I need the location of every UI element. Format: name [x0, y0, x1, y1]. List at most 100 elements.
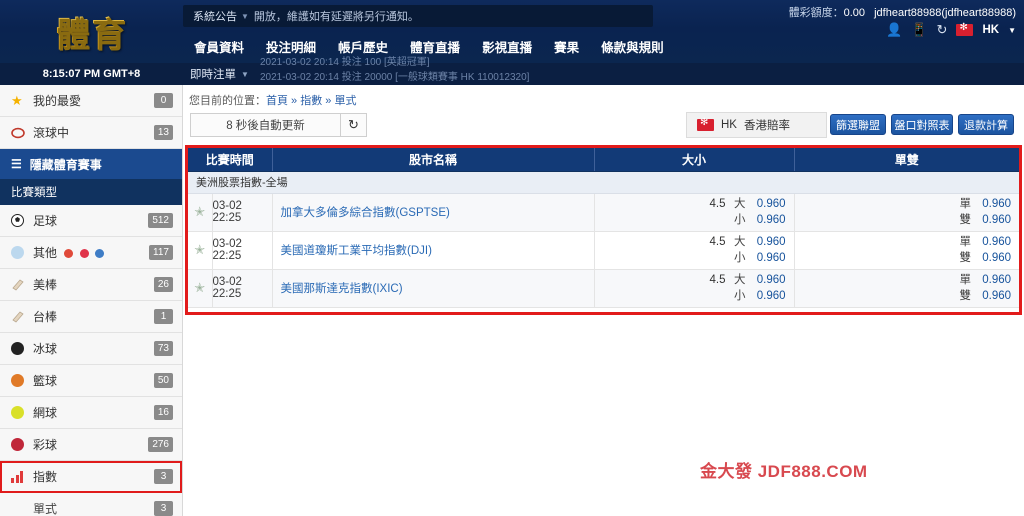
odd-odds[interactable]: 0.960	[977, 234, 1011, 250]
live-bet-label: 即時注單	[190, 69, 236, 81]
live-bet-toggle[interactable]: 即時注單 ▼	[190, 63, 249, 85]
sidebar-subitem-single[interactable]: 單式 3	[0, 493, 182, 516]
index-bars-icon	[11, 470, 33, 483]
announcement-bar[interactable]: 系統公告 ▼ 開放，維護如有延遲將另行通知。	[183, 5, 653, 27]
table-row: ✭ 03-02 22:25 美國道瓊斯工業平均指數(DJI) 4.5 大 0.9…	[188, 231, 1020, 270]
odd-label: 單	[959, 198, 972, 210]
odd-odds[interactable]: 0.960	[977, 196, 1011, 212]
table-header-row: 比賽時間 股市名稱 大小 單雙	[188, 148, 1020, 172]
over-odds[interactable]: 0.960	[752, 196, 786, 212]
handicap-value: 4.5	[709, 236, 726, 248]
logo-text: 體育	[56, 7, 128, 56]
column-header-name: 股市名稱	[272, 148, 595, 172]
volleyball-icon	[64, 249, 74, 258]
sidebar-item-count: 117	[149, 245, 173, 260]
market-table-container: 比賽時間 股市名稱 大小 單雙 美洲股票指數-全場 ✭ 03-02 22:25 …	[185, 145, 1022, 315]
odd-label: 單	[959, 236, 972, 248]
account-icon-bar: 👤 📱 ↻ HK ▼	[886, 22, 1016, 38]
language-label[interactable]: HK	[982, 24, 999, 36]
sidebar-item-count: 26	[153, 277, 173, 292]
sidebar-item-basketball[interactable]: 籃球 50	[0, 365, 182, 397]
ticker-line: 2021-03-02 20:14 投注 100 [英超冠軍]	[260, 57, 430, 68]
chevron-down-icon[interactable]: ▼	[1008, 26, 1016, 35]
tennis-icon	[11, 406, 33, 419]
sidebar-item-count: 512	[148, 213, 173, 228]
sidebar-item-label: 足球	[33, 214, 58, 228]
nav-item-bet-details[interactable]: 投注明細	[255, 37, 327, 56]
even-odds[interactable]: 0.960	[977, 250, 1011, 266]
market-name-cell: 加拿大多倫多綜合指數(GSPTSE)	[272, 193, 595, 232]
category-header-label: 比賽類型	[11, 187, 57, 199]
favorite-cell[interactable]: ✭	[188, 269, 213, 308]
sidebar-item-ice-hockey[interactable]: 冰球 73	[0, 333, 182, 365]
over-odds[interactable]: 0.960	[752, 234, 786, 250]
over-label: 大	[734, 198, 746, 210]
sidebar-item-count: 16	[153, 405, 173, 420]
nav-item-sports-live[interactable]: 體育直播	[399, 37, 471, 56]
sidebar-item-running-ball[interactable]: 滾球中 13	[0, 117, 182, 149]
under-odds[interactable]: 0.960	[752, 288, 786, 304]
sidebar-item-favorites[interactable]: ★ 我的最愛 0	[0, 85, 182, 117]
breadcrumb: 您目前的位置：首頁 » 指數 » 單式	[189, 92, 356, 108]
sidebar-item-tw-baseball[interactable]: 台棒 1	[0, 301, 182, 333]
nav-item-member-info[interactable]: 會員資料	[183, 37, 255, 56]
nav-item-terms-rules[interactable]: 條款與規則	[590, 37, 675, 56]
nav-item-video-live[interactable]: 影視直播	[471, 37, 543, 56]
favorite-star-icon[interactable]: ✭	[194, 242, 205, 257]
mobile-icon[interactable]: 📱	[911, 22, 927, 38]
even-odds[interactable]: 0.960	[977, 212, 1011, 228]
table-row: ✭ 03-02 22:25 加拿大多倫多綜合指數(GSPTSE) 4.5 大 0…	[188, 193, 1020, 232]
market-table: 比賽時間 股市名稱 大小 單雙 美洲股票指數-全場 ✭ 03-02 22:25 …	[188, 148, 1020, 308]
pingpong-icon	[79, 249, 89, 258]
sidebar-item-count: 13	[153, 125, 173, 140]
sidebar-item-index[interactable]: 指數 3	[0, 461, 182, 493]
nav-item-account-history[interactable]: 帳戶歷史	[327, 37, 399, 56]
user-icon[interactable]: 👤	[886, 22, 902, 38]
sidebar-item-soccer[interactable]: 足球 512	[0, 205, 182, 237]
odd-odds[interactable]: 0.960	[977, 272, 1011, 288]
odds-comparison-button[interactable]: 盤口對照表	[891, 114, 953, 135]
breadcrumb-prefix: 您目前的位置：	[189, 95, 266, 107]
hide-sports-toggle[interactable]: ☰ 隱藏體育賽事	[0, 149, 182, 179]
announcement-text: 開放，維護如有延遲將另行通知。	[253, 11, 419, 23]
breadcrumb-path[interactable]: 首頁 » 指數 » 單式	[266, 95, 356, 107]
favorite-cell[interactable]: ✭	[188, 193, 213, 232]
logo[interactable]: 體育	[0, 0, 183, 63]
toolbar: 8 秒後自動更新 ↻ HK 香港賠率 篩選聯盟 盤口對照表 退款計算	[183, 112, 1024, 146]
other-sports-icon	[11, 246, 33, 259]
under-label: 小	[734, 214, 746, 226]
chevron-down-icon: ▼	[241, 69, 249, 79]
favorite-star-icon[interactable]: ✭	[194, 280, 205, 295]
refresh-icon[interactable]: ↻	[937, 22, 948, 38]
filter-league-button[interactable]: 篩選聯盟	[830, 114, 886, 135]
even-odds[interactable]: 0.960	[977, 288, 1011, 304]
hide-sports-label: 隱藏體育賽事	[29, 157, 102, 172]
sidebar-item-label: 指數	[33, 470, 58, 484]
market-name-link[interactable]: 美國道瓊斯工業平均指數(DJI)	[281, 245, 432, 257]
refund-calculator-button[interactable]: 退款計算	[958, 114, 1014, 135]
under-odds[interactable]: 0.960	[752, 212, 786, 228]
hk-flag-icon[interactable]	[956, 22, 974, 36]
odd-even-cell: 單 0.960 雙 0.960	[794, 269, 1020, 308]
sidebar-item-count: 1	[154, 309, 173, 324]
refresh-button[interactable]: ↻	[341, 113, 367, 137]
hk-flag-icon	[697, 117, 714, 131]
under-odds[interactable]: 0.960	[752, 250, 786, 266]
odds-type-selector[interactable]: HK 香港賠率	[686, 112, 827, 138]
market-name-link[interactable]: 美國那斯達克指數(IXIC)	[281, 283, 403, 295]
nav-item-results[interactable]: 賽果	[543, 37, 590, 56]
hamburger-icon: ☰	[11, 157, 22, 171]
sidebar-item-mlb-baseball[interactable]: 美棒 26	[0, 269, 182, 301]
even-label: 雙	[959, 290, 972, 302]
sidebar-item-lottery[interactable]: 彩球 276	[0, 429, 182, 461]
market-name-link[interactable]: 加拿大多倫多綜合指數(GSPTSE)	[281, 207, 450, 219]
favorite-cell[interactable]: ✭	[188, 231, 213, 270]
favorite-star-icon[interactable]: ✭	[194, 204, 205, 219]
sub-bar: 8:15:07 PM GMT+8 即時注單 ▼ 2021-03-02 20:14…	[0, 57, 1024, 85]
sidebar-item-other-sports[interactable]: 其他 117	[0, 237, 182, 269]
sidebar-item-tennis[interactable]: 網球 16	[0, 397, 182, 429]
market-name-cell: 美國那斯達克指數(IXIC)	[272, 269, 595, 308]
sidebar-item-label: 單式	[33, 502, 58, 516]
over-odds[interactable]: 0.960	[752, 272, 786, 288]
odd-even-cell: 單 0.960 雙 0.960	[794, 193, 1020, 232]
